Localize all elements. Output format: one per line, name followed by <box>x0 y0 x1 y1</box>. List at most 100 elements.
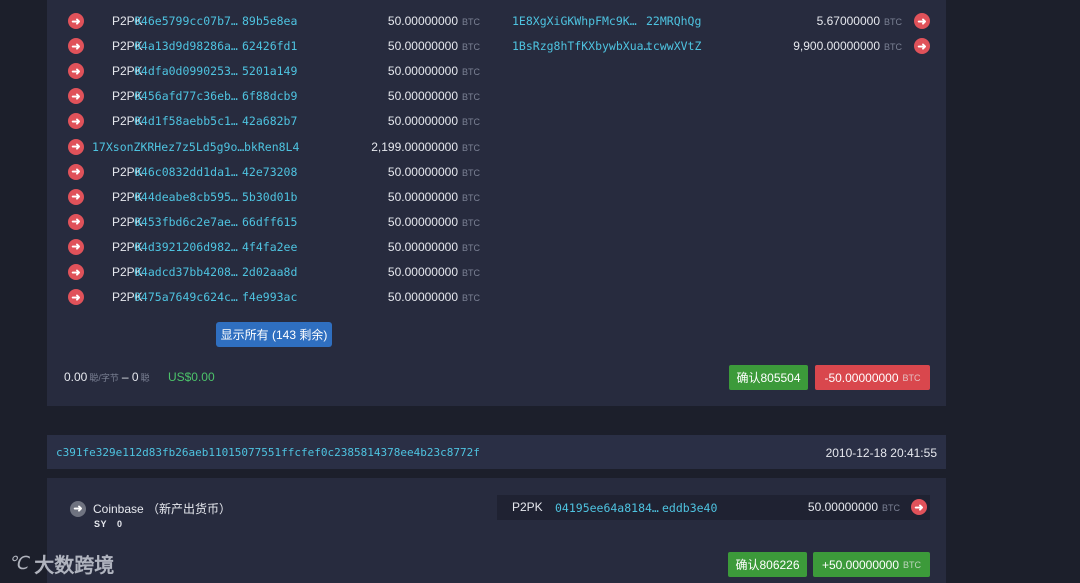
fee-usd: US$0.00 <box>167 370 215 384</box>
input-address-link[interactable]: 04dfa0d0990253… <box>134 64 238 78</box>
sy-info: SY 0 <box>94 519 123 529</box>
output-row: 1BsRzg8hTfKXbywbXua… tcwwXVtZ 9,900.000000… <box>512 36 930 56</box>
input-amount-unit: BTC <box>462 17 480 27</box>
fee-separator: – <box>121 370 129 384</box>
input-address-suffix-link[interactable]: 66dff615 <box>242 215 297 229</box>
coinbase-label: Coinbase （新产出货币） <box>93 502 232 516</box>
input-address-suffix-link[interactable]: 5b30d01b <box>242 190 297 204</box>
arrow-right-circle-icon[interactable]: ➜ <box>68 238 84 255</box>
input-address-suffix-link[interactable]: 62426fd1 <box>242 39 297 53</box>
input-address-suffix-link[interactable]: 42e73208 <box>242 165 297 179</box>
input-amount: 50.00000000 BTC <box>388 64 480 78</box>
output-address-link[interactable]: 1E8XgXiGKWhpFMc9K… <box>512 14 637 28</box>
input-address-link[interactable]: 04a13d9d98286a… <box>134 39 238 53</box>
sy-value: 0 <box>117 519 123 529</box>
input-amount: 50.00000000 BTC <box>388 240 480 254</box>
input-amount-unit: BTC <box>462 268 480 278</box>
input-amount-value: 50.00000000 <box>387 64 458 79</box>
input-amount: 50.00000000 BTC <box>388 14 480 28</box>
transaction-time: 2010-12-18 20:41:55 <box>825 446 937 460</box>
output-address-link[interactable]: 04195ee64a8184… <box>555 501 659 515</box>
input-address-link[interactable]: 0453fbd6c2e7ae… <box>134 215 238 229</box>
input-amount-unit: BTC <box>462 117 480 128</box>
net-amount-unit-2: BTC <box>903 559 922 570</box>
input-address-suffix-link[interactable]: 42a682b7 <box>242 114 297 128</box>
input-address-link[interactable]: 0456afd77c36eb… <box>134 89 238 103</box>
input-address-link[interactable]: 04adcd37bb4208… <box>134 265 238 279</box>
transaction-panel-2 <box>47 478 946 583</box>
input-address-suffix-link[interactable]: 89b5e8ea <box>242 14 297 28</box>
input-amount-value: 2,199.00000000 <box>371 139 458 154</box>
input-amount: 50.00000000 BTC <box>388 165 480 179</box>
input-amount-value: 50.00000000 <box>387 39 458 54</box>
input-amount-unit: BTC <box>462 217 480 228</box>
input-row: ➜ P2PK 04dfa0d0990253… 5201a149 50.00000000 B… <box>68 61 480 81</box>
net-amount-badge: -50.00000000 BTC <box>815 365 930 390</box>
input-amount-unit: BTC <box>462 42 480 53</box>
transaction-hash-link[interactable]: c391fe329e112d83fb26aeb11015077551ffcfef… <box>56 446 480 459</box>
input-address-suffix-link[interactable]: f4e993ac <box>242 290 297 304</box>
input-address-link[interactable]: 046e5799cc07b7… <box>134 14 238 28</box>
input-amount-value: 50.00000000 <box>387 164 458 179</box>
output-row: 1E8XgXiGKWhpFMc9K… 22MRQhQg 5.67000000 BTC ➜ <box>512 11 930 31</box>
input-amount: 50.00000000 BTC <box>388 89 480 103</box>
output-address-suffix-link[interactable]: 22MRQhQg <box>646 14 701 28</box>
input-row: ➜ 17XsonZKRHez7z5Ld5g9o… bkRen8L4 2,199.000… <box>68 137 480 157</box>
arrow-right-circle-icon[interactable]: ➜ <box>68 88 84 105</box>
input-address-link[interactable]: 17XsonZKRHez7z5Ld5g9o… <box>92 140 244 154</box>
fee-rate: 0.00 <box>64 370 88 384</box>
input-amount-unit: BTC <box>462 293 480 304</box>
input-address-suffix-link[interactable]: 2d02aa8d <box>242 265 297 279</box>
input-address-suffix-link[interactable]: 6f88dcb9 <box>242 89 297 103</box>
input-address-link[interactable]: 04d1f58aebb5c1… <box>134 114 238 128</box>
input-amount-value: 50.00000000 <box>387 290 458 305</box>
input-amount-value: 50.00000000 <box>387 265 458 279</box>
output-address-link[interactable]: 1BsRzg8hTfKXbywbXua… <box>512 39 650 53</box>
input-amount: 50.00000000 BTC <box>388 290 480 304</box>
arrow-right-circle-icon[interactable]: ➜ <box>68 188 84 205</box>
output-address-suffix-link[interactable]: tcwwXVtZ <box>646 39 701 53</box>
output-amount-value: 50.00000000 <box>807 500 878 514</box>
confirmations-badge: 确认805504 <box>729 365 808 390</box>
input-row: ➜ P2PK 04d3921206d982… 4f4fa2ee 50.00000000 B… <box>68 237 480 257</box>
input-row: ➜ P2PK 04d1f58aebb5c1… 42a682b7 50.00000000 B… <box>68 111 480 131</box>
input-amount-value: 50.00000000 <box>387 89 458 104</box>
arrow-right-circle-icon[interactable]: ➜ <box>68 289 84 306</box>
arrow-right-circle-icon[interactable]: ➜ <box>68 163 84 180</box>
output-amount-unit: BTC <box>884 17 902 27</box>
input-row: ➜ P2PK 04a13d9d98286a… 62426fd1 50.00000000 B… <box>68 36 480 56</box>
input-address-suffix-link[interactable]: bkRen8L4 <box>244 140 299 154</box>
arrow-right-circle-icon[interactable]: ➜ <box>68 63 84 80</box>
arrow-right-circle-icon[interactable]: ➜ <box>68 264 84 280</box>
arrow-right-circle-icon[interactable]: ➜ <box>914 13 930 29</box>
input-address-link[interactable]: 04d3921206d982… <box>134 240 238 254</box>
arrow-right-circle-icon[interactable]: ➜ <box>68 113 84 130</box>
net-amount-unit: BTC <box>902 372 921 383</box>
arrow-right-circle-icon[interactable]: ➜ <box>68 13 84 29</box>
input-row: ➜ P2PK 0456afd77c36eb… 6f88dcb9 50.00000000 B… <box>68 86 480 106</box>
arrow-right-circle-icon[interactable]: ➜ <box>68 138 84 155</box>
fee-total-unit: 聪 <box>140 373 150 383</box>
fee-rate-unit: 聪/字节 <box>89 373 119 383</box>
arrow-right-circle-grey-icon: ➜ <box>70 500 86 517</box>
input-amount: 50.00000000 BTC <box>388 190 480 204</box>
input-address-link[interactable]: 0475a7649c624c… <box>134 290 238 304</box>
input-amount: 50.00000000 BTC <box>388 265 480 279</box>
output-amount-unit: BTC <box>882 503 900 513</box>
input-amount-unit: BTC <box>462 92 480 103</box>
input-amount-unit: BTC <box>462 142 480 153</box>
input-row: ➜ P2PK 046c0832dd1da1… 42e73208 50.00000000 B… <box>68 162 480 182</box>
input-address-suffix-link[interactable]: 4f4fa2ee <box>242 240 297 254</box>
input-address-suffix-link[interactable]: 5201a149 <box>242 64 297 78</box>
arrow-right-circle-icon[interactable]: ➜ <box>68 213 84 230</box>
input-address-link[interactable]: 044deabe8cb595… <box>134 190 238 204</box>
show-all-inputs-button[interactable]: 显示所有 (143 剩余) <box>216 322 332 347</box>
output-address-suffix-link[interactable]: eddb3e40 <box>662 501 717 515</box>
input-amount-unit: BTC <box>462 192 480 203</box>
net-amount-badge-2: +50.00000000 BTC <box>813 552 930 577</box>
arrow-right-circle-icon[interactable]: ➜ <box>914 38 930 55</box>
arrow-right-circle-icon[interactable]: ➜ <box>68 38 84 55</box>
input-amount-value: 50.00000000 <box>387 14 458 28</box>
input-address-link[interactable]: 046c0832dd1da1… <box>134 165 238 179</box>
arrow-right-circle-icon[interactable]: ➜ <box>911 499 927 515</box>
